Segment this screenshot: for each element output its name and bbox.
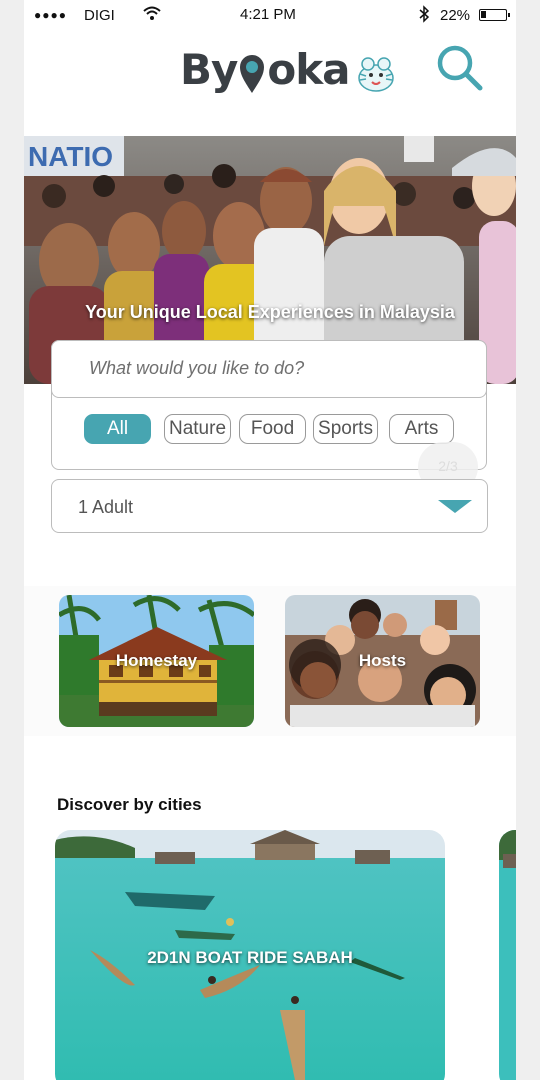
discover-title: Discover by cities <box>57 795 202 814</box>
city-card[interactable]: 2D1N BOAT RIDE SABAH <box>55 830 445 1080</box>
next-city-photo <box>499 830 516 1080</box>
next-city-card-peek[interactable] <box>499 830 516 1080</box>
homestay-card[interactable]: Homestay <box>59 595 254 727</box>
app-screen: ●●●● DIGI 4:21 PM 22% By oka NATIO Your … <box>24 0 516 1080</box>
chip-nature[interactable]: Nature <box>164 414 231 444</box>
guest-value: 1 Adult <box>78 497 134 517</box>
search-icon[interactable] <box>434 42 486 92</box>
chip-food[interactable]: Food <box>239 414 306 444</box>
homestay-label: Homestay <box>115 651 198 670</box>
byloka-logo: By oka <box>180 40 398 94</box>
bluetooth-icon <box>419 5 430 23</box>
hosts-label: Hosts <box>358 651 407 670</box>
clock: 4:21 PM <box>240 6 296 23</box>
map-pin-icon <box>240 55 265 93</box>
guest-dropdown[interactable]: 1 Adult <box>51 479 488 533</box>
status-bar: ●●●● DIGI 4:21 PM 22% <box>24 0 516 30</box>
battery-percent: 22% <box>440 7 471 24</box>
chevron-down-icon <box>438 500 472 513</box>
chip-all[interactable]: All <box>84 414 151 444</box>
signal-dots: ●●●● <box>34 8 67 22</box>
city-card-label: 2D1N BOAT RIDE SABAH <box>147 948 353 967</box>
logo-text-left: By <box>180 45 238 94</box>
search-input[interactable]: What would you like to do? <box>51 340 487 398</box>
hero-title: Your Unique Local Experiences in Malaysi… <box>85 302 455 322</box>
chip-arts[interactable]: Arts <box>389 414 454 444</box>
logo-text-right: oka <box>267 45 350 94</box>
battery-icon <box>479 9 510 21</box>
tiger-mascot-icon <box>357 57 394 92</box>
hosts-card[interactable]: Hosts <box>285 595 480 727</box>
svg-text:NATIO: NATIO <box>28 141 113 172</box>
carrier-label: DIGI <box>84 7 115 24</box>
chip-sports[interactable]: Sports <box>313 414 378 444</box>
wifi-icon <box>143 6 161 20</box>
